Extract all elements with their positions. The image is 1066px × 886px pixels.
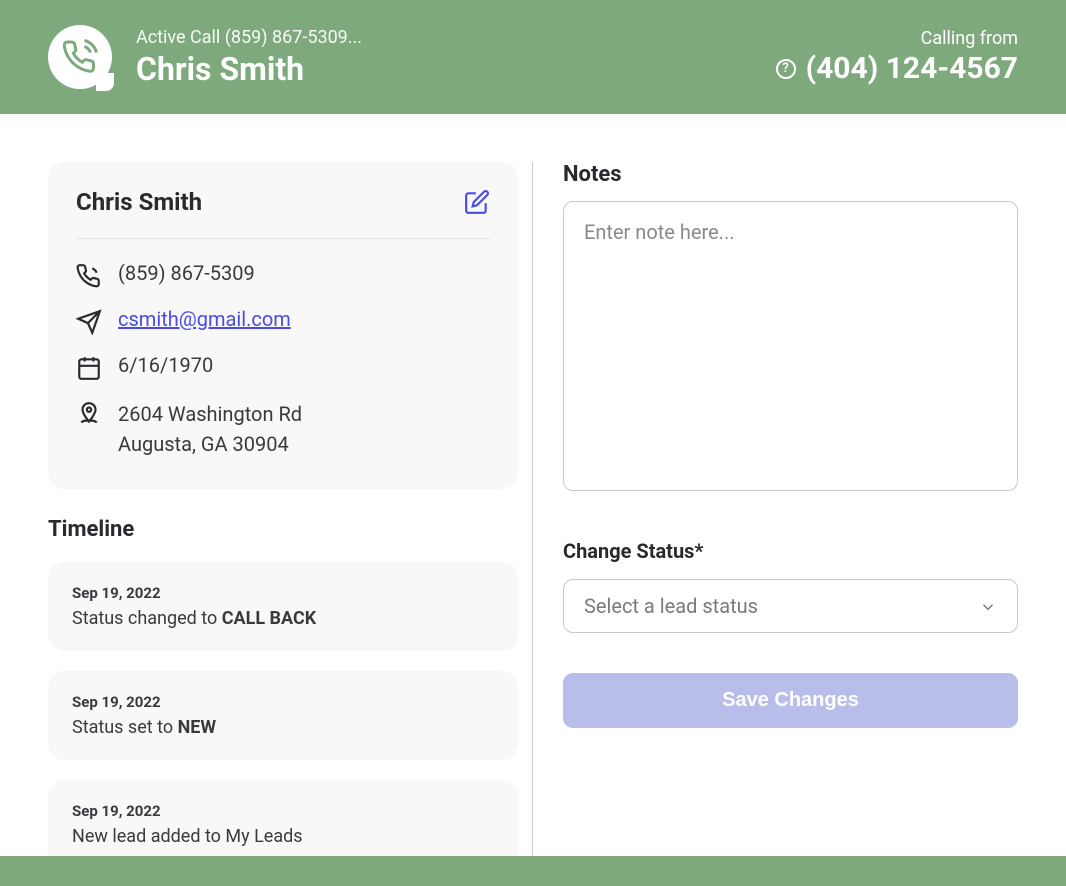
timeline-item: Sep 19, 2022 Status set to NEW [48, 671, 518, 760]
left-column: Chris Smith (859) 867-5309 [48, 162, 518, 808]
status-select[interactable]: Select a lead status [563, 579, 1018, 633]
footer-bar [0, 856, 1066, 886]
map-pin-icon [76, 401, 102, 427]
contact-address-line1: 2604 Washington Rd [118, 402, 302, 426]
call-header: Active Call (859) 867-5309... Chris Smit… [0, 0, 1066, 114]
status-label: Change Status* [563, 539, 1018, 563]
notes-textarea[interactable] [563, 201, 1018, 491]
calling-from-label: Calling from [776, 28, 1018, 49]
timeline-body: Status changed to CALL BACK [72, 608, 494, 629]
timeline-body: Status set to NEW [72, 717, 494, 738]
calendar-icon [76, 355, 102, 381]
timeline-body: New lead added to My Leads [72, 826, 494, 847]
contact-phone: (859) 867-5309 [118, 261, 255, 285]
active-call-icon [48, 25, 112, 89]
contact-phone-row: (859) 867-5309 [76, 261, 490, 289]
timeline-date: Sep 19, 2022 [72, 693, 494, 711]
chevron-down-icon [979, 597, 997, 615]
contact-card: Chris Smith (859) 867-5309 [48, 162, 518, 489]
contact-card-header: Chris Smith [76, 188, 490, 239]
content: Chris Smith (859) 867-5309 [0, 114, 1066, 856]
contact-address-line2: Augusta, GA 30904 [118, 432, 289, 456]
right-column: Notes Change Status* Select a lead statu… [563, 162, 1018, 808]
contact-name: Chris Smith [76, 188, 202, 216]
caller-name: Chris Smith [136, 50, 362, 88]
column-divider [532, 162, 533, 862]
timeline-date: Sep 19, 2022 [72, 584, 494, 602]
edit-contact-button[interactable] [464, 189, 490, 215]
edit-icon [464, 189, 490, 215]
help-icon[interactable]: ? [776, 59, 796, 79]
contact-email-row: csmith@gmail.com [76, 307, 490, 335]
contact-address-row: 2604 Washington Rd Augusta, GA 30904 [76, 399, 490, 459]
header-text: Active Call (859) 867-5309... Chris Smit… [136, 27, 362, 88]
contact-birthdate: 6/16/1970 [118, 353, 213, 377]
calling-from-number: (404) 124-4567 [806, 51, 1018, 86]
status-placeholder: Select a lead status [584, 594, 758, 618]
header-right: Calling from ? (404) 124-4567 [776, 28, 1018, 86]
timeline-item: Sep 19, 2022 Status changed to CALL BACK [48, 562, 518, 651]
notes-label: Notes [563, 162, 1018, 187]
phone-icon [76, 263, 102, 289]
active-call-label: Active Call (859) 867-5309... [136, 27, 362, 48]
send-icon [76, 309, 102, 335]
contact-birthdate-row: 6/16/1970 [76, 353, 490, 381]
save-button[interactable]: Save Changes [563, 673, 1018, 728]
timeline-date: Sep 19, 2022 [72, 802, 494, 820]
timeline-title: Timeline [48, 517, 518, 542]
contact-address: 2604 Washington Rd Augusta, GA 30904 [118, 399, 302, 459]
header-left: Active Call (859) 867-5309... Chris Smit… [48, 25, 362, 89]
contact-email-link[interactable]: csmith@gmail.com [118, 307, 291, 331]
